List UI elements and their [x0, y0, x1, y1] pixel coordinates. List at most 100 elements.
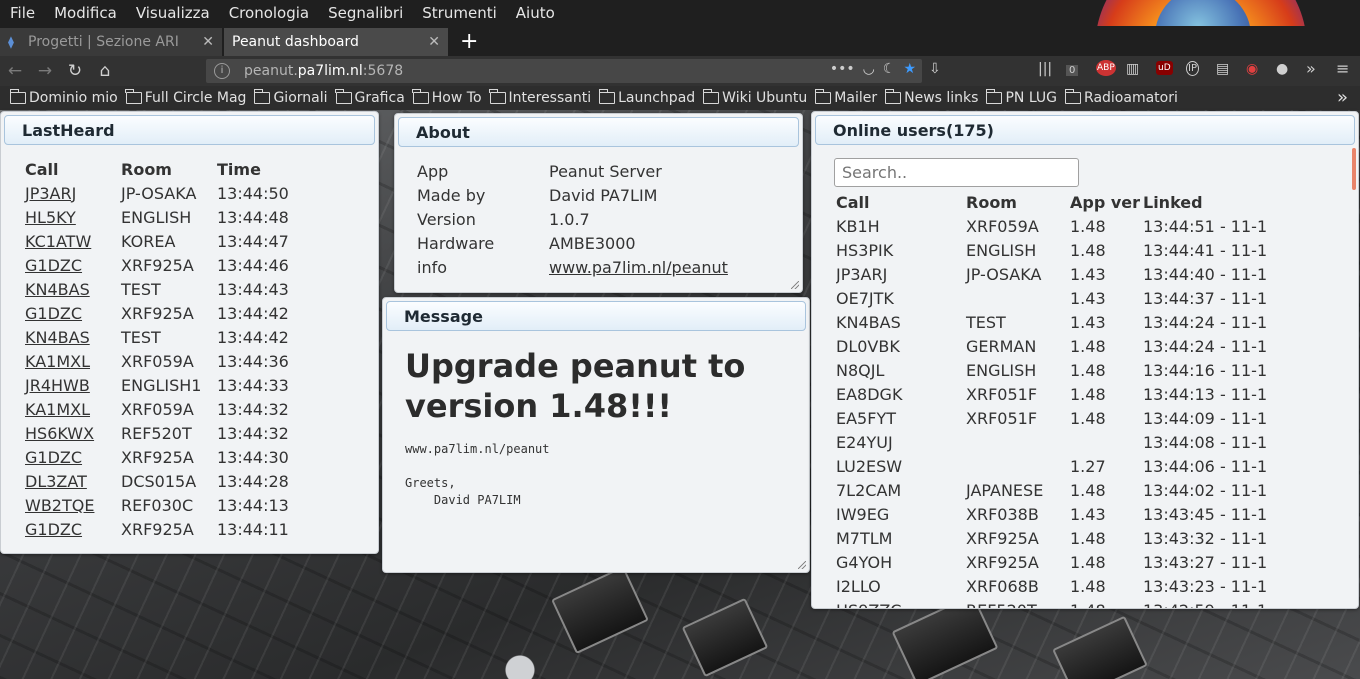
menu-strumenti[interactable]: Strumenti — [422, 4, 496, 22]
hamburger-menu-icon[interactable]: ≡ — [1336, 59, 1349, 78]
bookmark-folder[interactable]: News links — [884, 89, 978, 106]
call-cell: EA8DGK — [836, 384, 903, 404]
bookmark-folder[interactable]: Wiki Ubuntu — [702, 89, 808, 106]
sidebar-icon[interactable]: ▥ — [1126, 61, 1139, 77]
callsign-link[interactable]: G1DZC — [25, 304, 82, 323]
home-icon[interactable]: ⌂ — [90, 61, 120, 81]
table-row: DL0VBK GERMAN 1.48 13:44:24 - 11-1 — [836, 334, 1267, 358]
tab-peanut-dashboard[interactable]: Peanut dashboard ✕ — [224, 28, 448, 56]
call-cell: G1DZC — [25, 445, 121, 469]
app-ver-cell: 1.48 — [1070, 336, 1106, 356]
linked-cell: 13:44:02 - 11-1 — [1143, 480, 1268, 500]
extension-badge-count: 0 — [1066, 65, 1079, 76]
pocket-icon[interactable]: ◡ — [863, 61, 875, 77]
back-icon[interactable]: ← — [0, 61, 30, 81]
call-cell: M7TLM — [836, 528, 893, 548]
bookmark-folder[interactable]: Dominio mio — [9, 89, 118, 106]
search-input[interactable] — [834, 158, 1079, 187]
info-link[interactable]: www.pa7lim.nl/peanut — [549, 258, 728, 277]
room-cell: GERMAN — [966, 336, 1037, 356]
linked-cell: 13:44:09 - 11-1 — [1143, 408, 1268, 428]
moon-icon[interactable]: ☾ — [883, 61, 896, 77]
callsign-link[interactable]: DL3ZAT — [25, 472, 87, 491]
site-info-icon[interactable]: i — [214, 63, 230, 79]
table-row: KA1MXL XRF059A 13:44:36 — [25, 349, 289, 373]
adblock-icon[interactable]: ABP — [1096, 60, 1116, 76]
call-cell: LU2ESW — [836, 456, 903, 476]
ublock-icon[interactable]: uD — [1156, 61, 1173, 75]
lastheard-body: JP3ARJ JP-OSAKA 13:44:50 HL5KY ENGLISH 13:44:… — [25, 181, 289, 541]
forward-icon[interactable]: → — [30, 61, 60, 81]
resize-handle[interactable] — [791, 281, 799, 289]
callsign-link[interactable]: G1DZC — [25, 520, 82, 539]
calendar-icon[interactable]: ▤ — [1216, 61, 1229, 77]
bookmark-folder[interactable]: Full Circle Mag — [125, 89, 247, 106]
menu-aiuto[interactable]: Aiuto — [516, 4, 555, 22]
callsign-link[interactable]: G1DZC — [25, 448, 82, 467]
scrollbar-thumb[interactable] — [1352, 148, 1356, 190]
overflow-icon[interactable]: » — [1306, 59, 1316, 78]
bookmark-folder[interactable]: Radioamatori — [1064, 89, 1178, 106]
online-users-scroll[interactable]: Call Room App ver Linked KB1H XRF059A 1.48… — [836, 190, 1346, 609]
table-row: EA5FYT XRF051F 1.48 13:44:09 - 11-1 — [836, 406, 1267, 430]
bookmark-label: Wiki Ubuntu — [722, 90, 808, 106]
bookmark-label: Full Circle Mag — [144, 90, 247, 106]
table-row: Made by David PA7LIM — [417, 183, 728, 207]
time-cell: 13:44:50 — [217, 183, 289, 203]
ip-icon[interactable]: IP — [1186, 61, 1199, 76]
cookie-icon[interactable]: ● — [1276, 61, 1288, 77]
callsign-link[interactable]: KA1MXL — [25, 400, 90, 419]
folder-icon — [9, 89, 26, 104]
room-cell: TEST — [121, 327, 161, 347]
app-ver-cell: 1.43 — [1070, 264, 1106, 284]
linked-cell: 13:44:08 - 11-1 — [1143, 432, 1268, 452]
table-row: G4YOH XRF925A 1.48 13:43:27 - 11-1 — [836, 550, 1267, 574]
callsign-link[interactable]: KN4BAS — [25, 328, 90, 347]
about-panel: About App Peanut Server Made by David PA7LI… — [394, 113, 803, 293]
about-header: About — [398, 117, 799, 147]
menu-visualizza[interactable]: Visualizza — [136, 4, 210, 22]
bookmark-folder[interactable]: PN LUG — [985, 89, 1057, 106]
url-bar[interactable]: i peanut. pa7lim.nl:5678 ••• ◡ ☾ ★ — [206, 59, 922, 83]
callsign-link[interactable]: JR4HWB — [25, 376, 90, 395]
about-value: www.pa7lim.nl/peanut — [549, 255, 728, 279]
callsign-link[interactable]: JP3ARJ — [25, 184, 76, 203]
download-icon[interactable]: ⇩ — [929, 61, 941, 77]
tab-progetti[interactable]: ⧫ Progetti | Sezione ARI ✕ — [0, 28, 222, 56]
library-icon[interactable]: ||| — [1038, 61, 1052, 77]
about-value: AMBE3000 — [549, 233, 636, 253]
room-cell: JP-OSAKA — [121, 183, 197, 203]
extension-badge-icon[interactable]: 0 — [1066, 61, 1079, 77]
menu-cronologia[interactable]: Cronologia — [229, 4, 309, 22]
bookmark-folder[interactable]: Giornali — [253, 89, 328, 106]
new-tab-icon[interactable]: + — [460, 28, 478, 56]
close-icon[interactable]: ✕ — [202, 34, 214, 50]
bookmark-folder[interactable]: Grafica — [335, 89, 405, 106]
bookmark-folder[interactable]: How To — [412, 89, 482, 106]
close-icon[interactable]: ✕ — [428, 34, 440, 50]
menu-file[interactable]: File — [10, 4, 35, 22]
callsign-link[interactable]: HL5KY — [25, 208, 76, 227]
menu-modifica[interactable]: Modifica — [54, 4, 117, 22]
bookmark-folder[interactable]: Launchpad — [598, 89, 695, 106]
callsign-link[interactable]: G1DZC — [25, 256, 82, 275]
bookmark-star-icon[interactable]: ★ — [903, 61, 916, 77]
callsign-link[interactable]: KN4BAS — [25, 280, 90, 299]
callsign-link[interactable]: KC1ATW — [25, 232, 91, 251]
bookmarks-overflow-icon[interactable]: » — [1337, 87, 1348, 108]
bookmark-folder[interactable]: Mailer — [814, 89, 877, 106]
camera-icon[interactable]: ◉ — [1246, 61, 1258, 77]
table-row: G1DZC XRF925A 13:44:46 — [25, 253, 289, 277]
bookmark-folder[interactable]: Interessanti — [489, 89, 591, 106]
callsign-link[interactable]: WB2TQE — [25, 496, 94, 515]
reload-icon[interactable]: ↻ — [60, 61, 90, 81]
menu-segnalibri[interactable]: Segnalibri — [328, 4, 403, 22]
callsign-link[interactable]: HS6KWX — [25, 424, 94, 443]
about-label: Hardware — [417, 233, 495, 253]
bookmark-label: How To — [431, 90, 482, 106]
resize-handle[interactable] — [798, 561, 806, 569]
page-actions-icon[interactable]: ••• — [830, 61, 855, 77]
time-cell: 13:44:48 — [217, 207, 289, 227]
callsign-link[interactable]: KA1MXL — [25, 352, 90, 371]
ip-label: IP — [1188, 63, 1197, 74]
